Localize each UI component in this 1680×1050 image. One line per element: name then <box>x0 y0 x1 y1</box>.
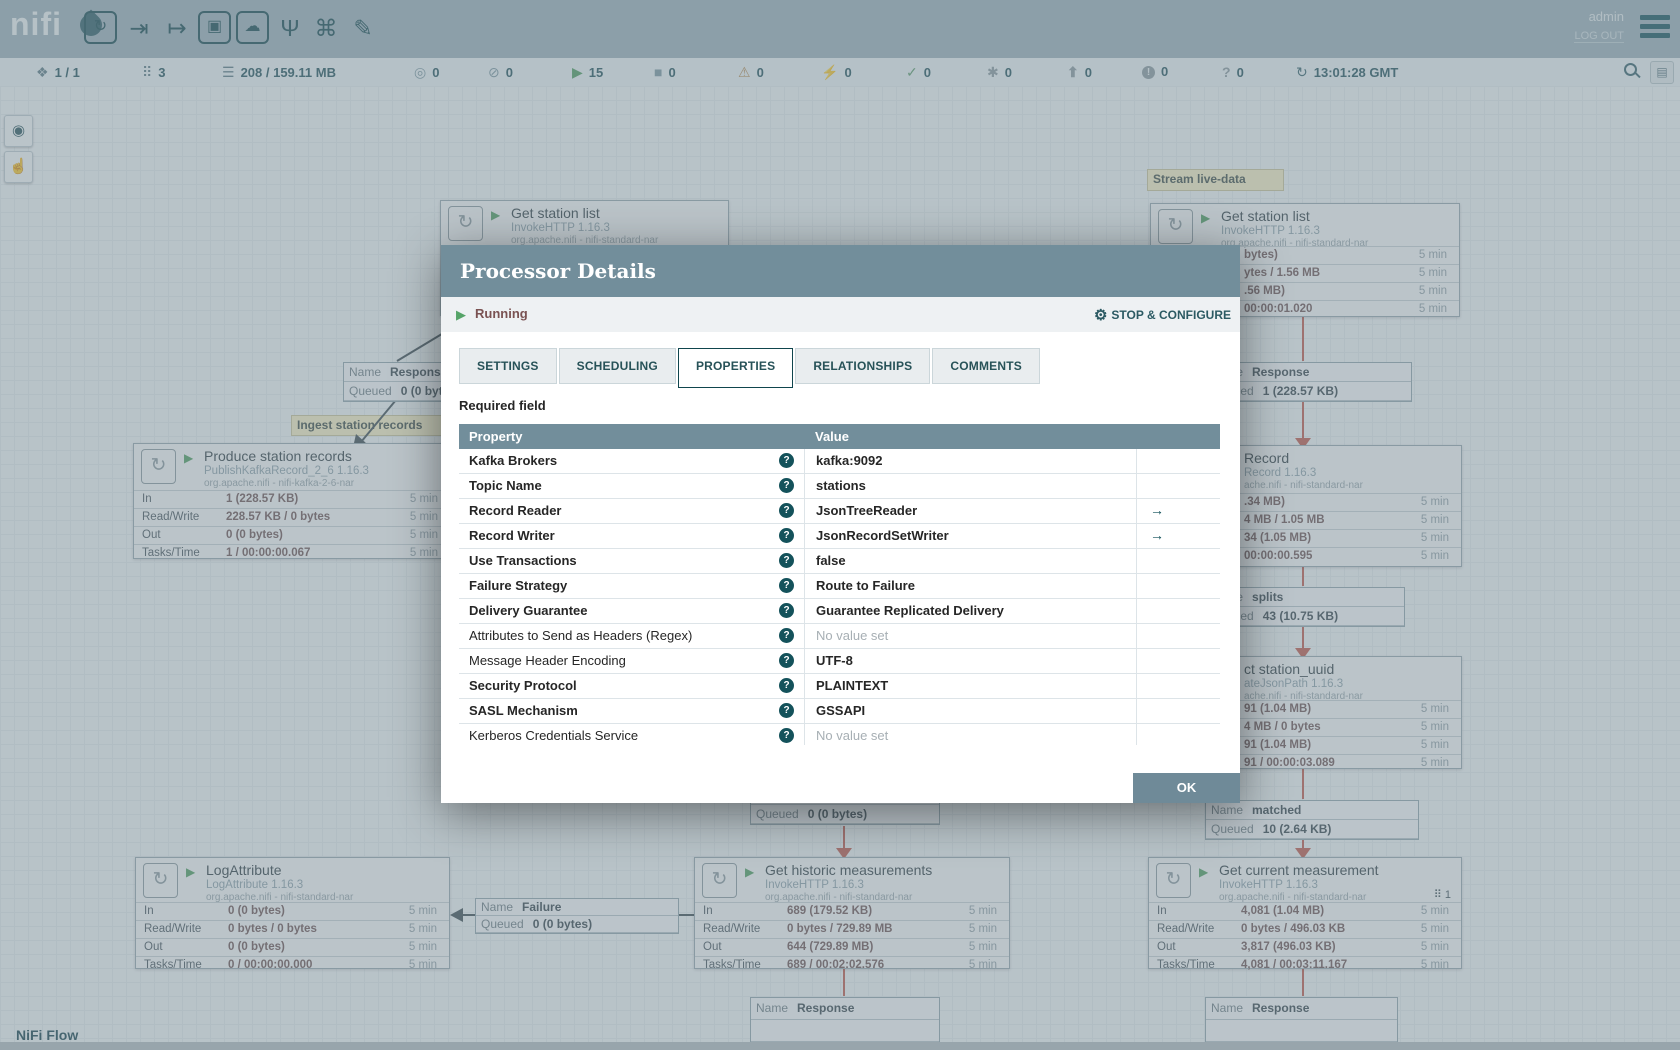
property-row[interactable]: Delivery Guarantee? Guarantee Replicated… <box>459 599 1220 624</box>
property-row[interactable]: Record Reader? JsonTreeReader → <box>459 499 1220 524</box>
property-row[interactable]: SASL Mechanism? GSSAPI <box>459 699 1220 724</box>
processor-details-dialog: Processor Details ▶ Running ⚙ STOP & CONF… <box>441 245 1240 803</box>
help-icon[interactable]: ? <box>779 703 794 718</box>
property-value[interactable]: false <box>804 549 1136 573</box>
go-to-service-icon[interactable]: → <box>1150 502 1164 518</box>
running-status-label: Running <box>475 306 528 321</box>
tab-scheduling[interactable]: SCHEDULING <box>558 348 676 384</box>
help-icon[interactable]: ? <box>779 653 794 668</box>
gear-icon: ⚙ <box>1093 307 1108 324</box>
tab-settings[interactable]: SETTINGS <box>459 348 557 384</box>
property-row[interactable]: Failure Strategy? Route to Failure <box>459 574 1220 599</box>
property-value[interactable]: Route to Failure <box>804 574 1136 598</box>
property-row[interactable]: Record Writer? JsonRecordSetWriter → <box>459 524 1220 549</box>
property-row[interactable]: Kafka Brokers? kafka:9092 <box>459 449 1220 474</box>
help-icon[interactable]: ? <box>779 678 794 693</box>
property-row[interactable]: Attributes to Send as Headers (Regex)? N… <box>459 624 1220 649</box>
help-icon[interactable]: ? <box>779 553 794 568</box>
required-field-note: Required field <box>459 398 546 413</box>
help-icon[interactable]: ? <box>779 728 794 743</box>
help-icon[interactable]: ? <box>779 578 794 593</box>
help-icon[interactable]: ? <box>779 478 794 493</box>
help-icon[interactable]: ? <box>779 603 794 618</box>
dialog-status-bar: ▶ Running ⚙ STOP & CONFIGURE <box>441 297 1240 332</box>
help-icon[interactable]: ? <box>779 628 794 643</box>
property-value[interactable]: Guarantee Replicated Delivery <box>804 599 1136 623</box>
property-value[interactable]: UTF-8 <box>804 649 1136 673</box>
help-icon[interactable]: ? <box>779 528 794 543</box>
property-value[interactable]: PLAINTEXT <box>804 674 1136 698</box>
go-to-service-icon[interactable]: → <box>1150 527 1164 543</box>
tab-relationships[interactable]: RELATIONSHIPS <box>795 348 931 384</box>
help-icon[interactable]: ? <box>779 503 794 518</box>
ok-button[interactable]: OK <box>1133 773 1240 803</box>
tab-properties[interactable]: PROPERTIES <box>677 348 794 388</box>
property-row[interactable]: Use Transactions? false <box>459 549 1220 574</box>
dialog-tabs: SETTINGS SCHEDULING PROPERTIES RELATIONS… <box>459 348 1040 388</box>
help-icon[interactable]: ? <box>779 453 794 468</box>
dialog-title: Processor Details <box>441 245 1240 297</box>
property-value[interactable]: GSSAPI <box>804 699 1136 723</box>
property-value[interactable]: stations <box>804 474 1136 498</box>
running-status-icon: ▶ <box>456 307 466 322</box>
properties-table-header: Property Value <box>459 424 1220 449</box>
property-value[interactable]: kafka:9092 <box>804 449 1136 473</box>
tab-comments[interactable]: COMMENTS <box>932 348 1040 384</box>
stop-and-configure-button[interactable]: ⚙ STOP & CONFIGURE <box>1094 306 1231 324</box>
nifi-app: nifi ↻ ⇥ ↦ ▣ ☁ Ψ ⌘ ✎ admin LOG OUT ❖1 / … <box>0 0 1680 1050</box>
property-value[interactable]: No value set <box>804 724 1136 745</box>
property-value[interactable]: JsonRecordSetWriter <box>804 524 1136 548</box>
property-row[interactable]: Security Protocol? PLAINTEXT <box>459 674 1220 699</box>
property-value[interactable]: No value set <box>804 624 1136 648</box>
property-row[interactable]: Kerberos Credentials Service? No value s… <box>459 724 1220 745</box>
properties-table: Property Value Kafka Brokers? kafka:9092… <box>459 424 1220 745</box>
property-row[interactable]: Topic Name? stations <box>459 474 1220 499</box>
property-value[interactable]: JsonTreeReader <box>804 499 1136 523</box>
property-row[interactable]: Message Header Encoding? UTF-8 <box>459 649 1220 674</box>
